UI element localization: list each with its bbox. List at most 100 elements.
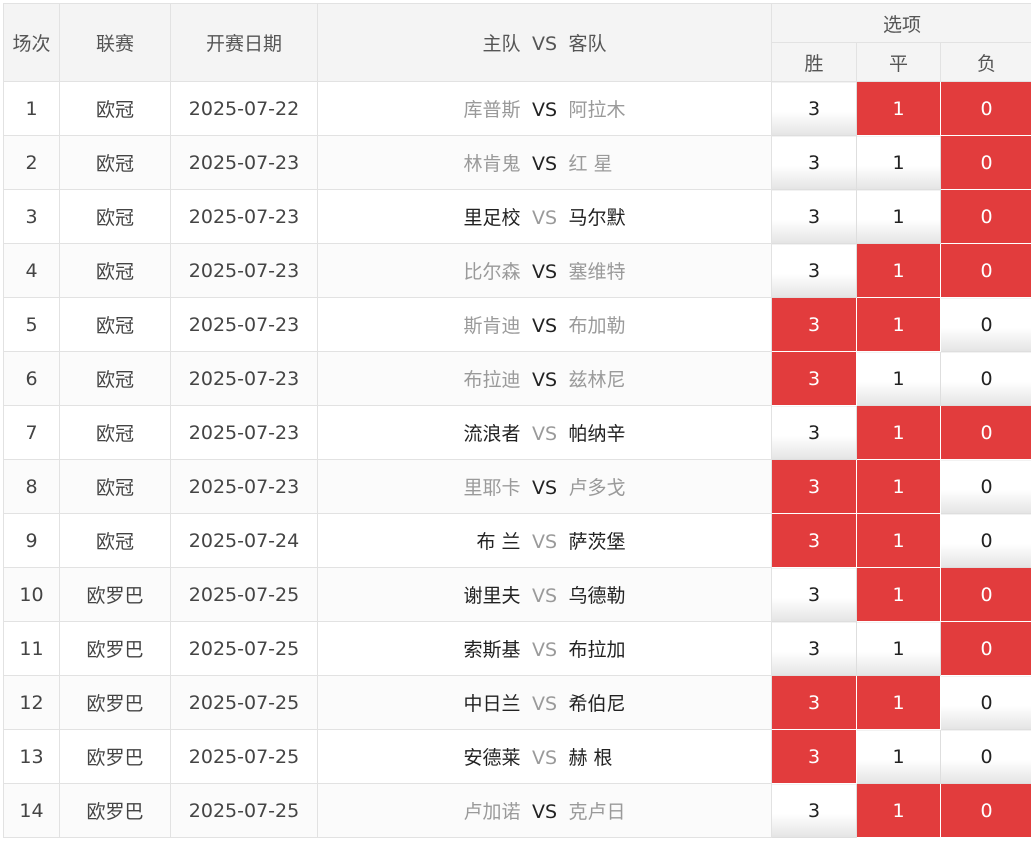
vs-label: VS — [531, 261, 558, 283]
home-team: 比尔森 — [463, 261, 521, 283]
option-lose-button[interactable]: 0 — [939, 81, 1031, 136]
option-lose-button[interactable]: 0 — [939, 513, 1031, 568]
option-lose-button[interactable]: 0 — [939, 189, 1031, 244]
vs-label: VS — [531, 207, 558, 229]
option-win-button[interactable]: 3 — [771, 351, 857, 406]
option-draw-button[interactable]: 1 — [856, 135, 941, 190]
row-league: 欧罗巴 — [59, 621, 171, 676]
option-draw-button[interactable]: 1 — [856, 243, 941, 298]
option-draw-button[interactable]: 1 — [856, 297, 941, 352]
option-draw-button[interactable]: 1 — [856, 189, 941, 244]
option-win-button[interactable]: 3 — [771, 81, 857, 136]
table-row: 12 欧罗巴 2025-07-25 中日兰 VS 希伯尼 3 1 0 — [3, 675, 1031, 730]
option-lose-button[interactable]: 0 — [939, 351, 1031, 406]
option-draw-button[interactable]: 1 — [856, 567, 941, 622]
option-lose-button[interactable]: 0 — [939, 405, 1031, 460]
table-row: 13 欧罗巴 2025-07-25 安德莱 VS 赫 根 3 1 0 — [3, 729, 1031, 784]
row-date: 2025-07-25 — [170, 567, 318, 622]
row-index: 9 — [3, 513, 60, 568]
option-lose-button[interactable]: 0 — [939, 783, 1031, 838]
row-date: 2025-07-24 — [170, 513, 318, 568]
row-league: 欧罗巴 — [59, 783, 171, 838]
row-league: 欧罗巴 — [59, 729, 171, 784]
table-row: 8 欧冠 2025-07-23 里耶卡 VS 卢多戈 3 1 0 — [3, 459, 1031, 514]
home-team: 里耶卡 — [463, 477, 521, 499]
row-match: 里耶卡 VS 卢多戈 — [317, 459, 772, 514]
option-lose-button[interactable]: 0 — [939, 567, 1031, 622]
option-win-button[interactable]: 3 — [771, 297, 857, 352]
option-draw-button[interactable]: 1 — [856, 351, 941, 406]
option-lose-button[interactable]: 0 — [939, 297, 1031, 352]
option-draw-button[interactable]: 1 — [856, 621, 941, 676]
row-league: 欧冠 — [59, 513, 171, 568]
option-win-button[interactable]: 3 — [771, 675, 857, 730]
option-win-button[interactable]: 3 — [771, 243, 857, 298]
row-date: 2025-07-23 — [170, 405, 318, 460]
option-draw-button[interactable]: 1 — [856, 675, 941, 730]
table-row: 11 欧罗巴 2025-07-25 索斯基 VS 布拉加 3 1 0 — [3, 621, 1031, 676]
header-away: 客队 — [568, 33, 607, 55]
row-league: 欧冠 — [59, 243, 171, 298]
row-index: 5 — [3, 297, 60, 352]
away-team: 阿拉木 — [568, 99, 626, 121]
row-date: 2025-07-23 — [170, 351, 318, 406]
option-win-button[interactable]: 3 — [771, 729, 857, 784]
row-index: 7 — [3, 405, 60, 460]
option-win-button[interactable]: 3 — [771, 783, 857, 838]
option-draw-button[interactable]: 1 — [856, 459, 941, 514]
option-win-button[interactable]: 3 — [771, 621, 857, 676]
row-date: 2025-07-23 — [170, 135, 318, 190]
row-league: 欧冠 — [59, 459, 171, 514]
table-row: 3 欧冠 2025-07-23 里足校 VS 马尔默 3 1 0 — [3, 189, 1031, 244]
home-team: 中日兰 — [463, 693, 521, 715]
row-date: 2025-07-25 — [170, 621, 318, 676]
option-lose-button[interactable]: 0 — [939, 621, 1031, 676]
vs-label: VS — [531, 531, 558, 553]
option-win-button[interactable]: 3 — [771, 189, 857, 244]
row-date: 2025-07-23 — [170, 243, 318, 298]
option-win-button[interactable]: 3 — [771, 405, 857, 460]
lottery-table-container: 场次 联赛 开赛日期 主队 VS 客队 选项 胜 平 负 1 欧冠 2025-07-… — [0, 0, 1031, 861]
home-team: 索斯基 — [463, 639, 521, 661]
row-match: 比尔森 VS 塞维特 — [317, 243, 772, 298]
option-lose-button[interactable]: 0 — [939, 135, 1031, 190]
option-lose-button[interactable]: 0 — [939, 729, 1031, 784]
home-team: 流浪者 — [463, 423, 521, 445]
option-win-button[interactable]: 3 — [771, 135, 857, 190]
row-match: 安德莱 VS 赫 根 — [317, 729, 772, 784]
option-lose-button[interactable]: 0 — [939, 459, 1031, 514]
home-team: 谢里夫 — [463, 585, 521, 607]
away-team: 兹林尼 — [568, 369, 626, 391]
row-league: 欧冠 — [59, 405, 171, 460]
match-table: 场次 联赛 开赛日期 主队 VS 客队 选项 胜 平 负 1 欧冠 2025-07-… — [3, 3, 1031, 838]
row-index: 11 — [3, 621, 60, 676]
vs-label: VS — [531, 477, 558, 499]
row-league: 欧罗巴 — [59, 675, 171, 730]
option-lose-button[interactable]: 0 — [939, 243, 1031, 298]
away-team: 帕纳辛 — [568, 423, 626, 445]
option-win-button[interactable]: 3 — [771, 567, 857, 622]
header-win: 胜 — [771, 42, 857, 82]
home-team: 布 兰 — [476, 531, 521, 553]
option-draw-button[interactable]: 1 — [856, 405, 941, 460]
home-team: 布拉迪 — [463, 369, 521, 391]
option-win-button[interactable]: 3 — [771, 513, 857, 568]
away-team: 布拉加 — [568, 639, 626, 661]
row-index: 13 — [3, 729, 60, 784]
option-draw-button[interactable]: 1 — [856, 81, 941, 136]
row-league: 欧冠 — [59, 189, 171, 244]
option-lose-button[interactable]: 0 — [939, 675, 1031, 730]
option-win-button[interactable]: 3 — [771, 459, 857, 514]
away-team: 乌德勒 — [568, 585, 626, 607]
row-date: 2025-07-23 — [170, 189, 318, 244]
away-team: 马尔默 — [568, 207, 626, 229]
home-team: 林肯鬼 — [463, 153, 521, 175]
vs-label: VS — [531, 801, 558, 823]
option-draw-button[interactable]: 1 — [856, 783, 941, 838]
row-date: 2025-07-25 — [170, 675, 318, 730]
row-date: 2025-07-23 — [170, 459, 318, 514]
table-row: 9 欧冠 2025-07-24 布 兰 VS 萨茨堡 3 1 0 — [3, 513, 1031, 568]
option-draw-button[interactable]: 1 — [856, 513, 941, 568]
row-league: 欧冠 — [59, 297, 171, 352]
option-draw-button[interactable]: 1 — [856, 729, 941, 784]
